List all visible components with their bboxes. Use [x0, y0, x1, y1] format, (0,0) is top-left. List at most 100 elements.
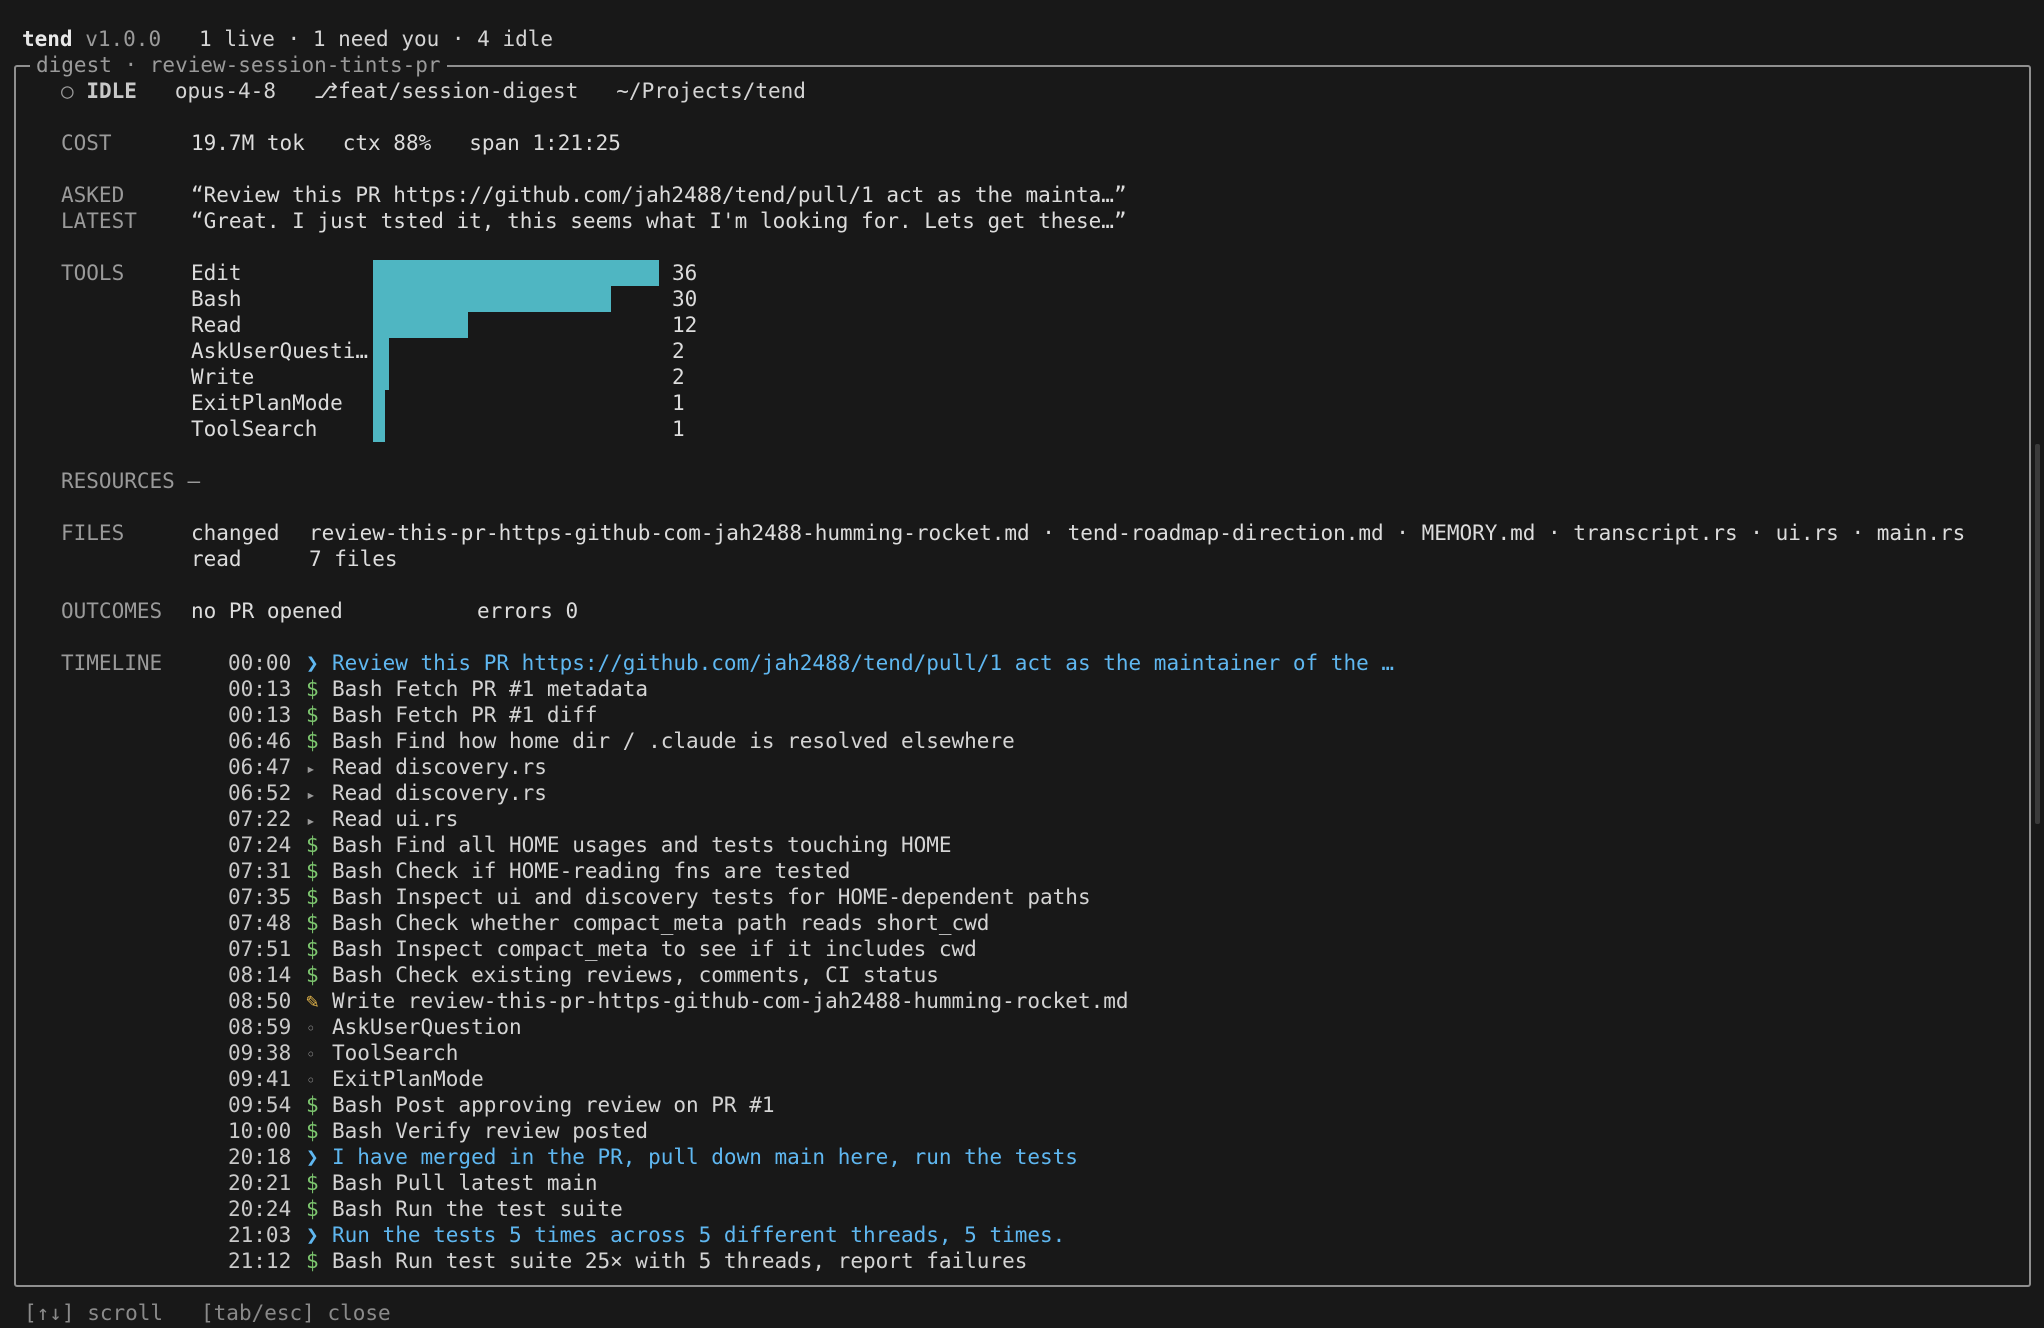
dollar-icon: $ — [306, 1119, 319, 1143]
tool-count: 1 — [672, 391, 685, 415]
files-read-count: 7 files — [309, 547, 398, 571]
idle-status-icon: ○ — [61, 79, 74, 103]
timeline-entry: 20:18 ❯ I have merged in the PR, pull down… — [228, 1144, 1078, 1170]
panel-title: digest · review-session-tints-pr — [30, 52, 447, 78]
timeline-text: Run the tests 5 times across 5 different… — [332, 1223, 1066, 1247]
triangle-right-icon: ▸ — [306, 759, 316, 778]
timeline-text: Bash Verify review posted — [332, 1119, 649, 1143]
tool-usage-bar — [373, 286, 611, 312]
timeline-text: Bash Check existing reviews, comments, C… — [332, 963, 939, 987]
prompt-chevron-icon: ❯ — [306, 651, 319, 675]
session-summary: 1 live · 1 need you · 4 idle — [199, 27, 554, 51]
timeline-entry: 00:13 $ Bash Fetch PR #1 diff — [228, 702, 598, 728]
asked-label: ASKED — [61, 183, 125, 207]
pencil-icon: ✎ — [306, 989, 319, 1013]
circle-icon: ◦ — [306, 1019, 316, 1038]
dollar-icon: $ — [306, 1197, 319, 1221]
dollar-icon: $ — [306, 833, 319, 857]
timeline-entry: 06:47 ▸ Read discovery.rs — [228, 754, 547, 780]
timeline-text: Read discovery.rs — [332, 781, 547, 805]
dollar-icon: $ — [306, 703, 319, 727]
tool-name: Read — [191, 313, 242, 337]
timeline-time: 00:00 — [228, 651, 292, 675]
dollar-icon: $ — [306, 859, 319, 883]
prompt-chevron-icon: ❯ — [306, 1223, 319, 1247]
timeline-time: 08:50 — [228, 989, 292, 1013]
timeline-text: Bash Fetch PR #1 diff — [332, 703, 598, 727]
timeline-time: 09:41 — [228, 1067, 292, 1091]
dollar-icon: $ — [306, 677, 319, 701]
dollar-icon: $ — [306, 911, 319, 935]
scrollbar[interactable] — [2035, 444, 2040, 824]
timeline-time: 20:21 — [228, 1171, 292, 1195]
context-usage: ctx 88% — [342, 131, 432, 155]
timeline-time: 10:00 — [228, 1119, 292, 1143]
timeline-text: I have merged in the PR, pull down main … — [332, 1145, 1078, 1169]
timeline-time: 07:24 — [228, 833, 292, 857]
timeline-text: Read ui.rs — [332, 807, 459, 831]
error-count: errors 0 — [477, 599, 579, 623]
git-branch-icon: ⎇ — [313, 79, 339, 103]
timeline-entry: 06:46 $ Bash Find how home dir / .claude i… — [228, 728, 1015, 754]
files-changed-list: review-this-pr-https-github-com-jah2488-… — [309, 521, 1966, 545]
project-path: ~/Projects/tend — [616, 79, 806, 103]
timeline-text: Bash Inspect compact_meta to see if it i… — [332, 937, 977, 961]
timeline-entry: 21:12 $ Bash Run test suite 25× with 5 thr… — [228, 1248, 1027, 1274]
files-read-label: read — [191, 547, 242, 571]
timeline-time: 09:38 — [228, 1041, 292, 1065]
timeline-time: 00:13 — [228, 677, 292, 701]
cost-label: COST — [61, 131, 112, 155]
timeline-time: 21:12 — [228, 1249, 292, 1273]
pr-outcome: no PR opened — [191, 599, 343, 623]
tool-name: Bash — [191, 287, 242, 311]
timeline-entry: 07:48 $ Bash Check whether compact_meta pa… — [228, 910, 989, 936]
timeline-time: 06:52 — [228, 781, 292, 805]
tool-count: 1 — [672, 417, 685, 441]
tool-usage-bar — [373, 260, 659, 286]
timeline-entry: 09:54 $ Bash Post approving review on PR #… — [228, 1092, 775, 1118]
timeline-time: 20:18 — [228, 1145, 292, 1169]
app-version: v1.0.0 — [85, 27, 162, 51]
resources-label: RESOURCES — — [61, 469, 201, 493]
timeline-time: 20:24 — [228, 1197, 292, 1221]
timeline-text: Bash Check whether compact_meta path rea… — [332, 911, 990, 935]
timeline-time: 06:47 — [228, 755, 292, 779]
app-name: tend — [22, 27, 73, 51]
git-branch: feat/session-digest — [338, 79, 579, 103]
files-label: FILES — [61, 521, 125, 545]
timeline-text: Bash Pull latest main — [332, 1171, 598, 1195]
timeline-entry: 08:14 $ Bash Check existing reviews, comme… — [228, 962, 939, 988]
timeline-text: ToolSearch — [332, 1041, 459, 1065]
timeline-entry: 20:24 $ Bash Run the test suite — [228, 1196, 623, 1222]
close-hint: [tab/esc] close — [201, 1301, 391, 1325]
triangle-right-icon: ▸ — [306, 811, 316, 830]
session-state: IDLE — [86, 79, 137, 103]
tool-name: Write — [191, 365, 255, 389]
tool-count: 2 — [672, 339, 685, 363]
cost-values: 19.7M tok ctx 88% span 1:21:25 — [191, 130, 621, 156]
asked-text: “Review this PR https://github.com/jah24… — [191, 183, 1127, 207]
latest-label: LATEST — [61, 209, 137, 233]
timeline-time: 07:31 — [228, 859, 292, 883]
top-status-bar: tend v1.0.0 1 live · 1 need you · 4 idle — [22, 26, 553, 52]
outcomes-label: OUTCOMES — [61, 599, 163, 623]
tool-name: Edit — [191, 261, 242, 285]
token-count: 19.7M tok — [191, 131, 305, 155]
resources-value: — — [187, 469, 201, 493]
circle-icon: ◦ — [306, 1071, 316, 1090]
timeline-text: Bash Post approving review on PR #1 — [332, 1093, 775, 1117]
dollar-icon: $ — [306, 963, 319, 987]
tool-count: 12 — [672, 313, 698, 337]
tool-usage-bar — [373, 338, 389, 364]
timeline-text: ExitPlanMode — [332, 1067, 484, 1091]
timeline-text: Bash Run the test suite — [332, 1197, 623, 1221]
tool-name: ToolSearch — [191, 417, 318, 441]
timeline-text: Bash Run test suite 25× with 5 threads, … — [332, 1249, 1028, 1273]
timeline-time: 21:03 — [228, 1223, 292, 1247]
tool-usage-bar — [373, 416, 385, 442]
prompt-chevron-icon: ❯ — [306, 1145, 319, 1169]
timeline-entry: 08:50 ✎ Write review-this-pr-https-github-… — [228, 988, 1129, 1014]
dollar-icon: $ — [306, 729, 319, 753]
timeline-time: 07:51 — [228, 937, 292, 961]
timeline-entry: 08:59 ◦ AskUserQuestion — [228, 1014, 522, 1040]
